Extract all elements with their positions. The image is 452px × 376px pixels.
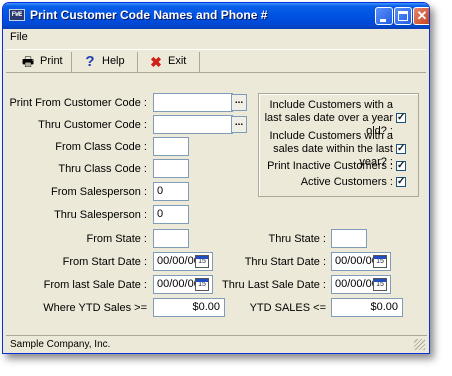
from-last-sale-date-calendar-icon[interactable]: 15 bbox=[195, 278, 209, 291]
menu-bar: File bbox=[3, 29, 429, 45]
active-customers-label: Active Customers : bbox=[300, 176, 393, 188]
help-button[interactable]: ? Help bbox=[72, 52, 138, 72]
question-mark-icon: ? bbox=[85, 53, 95, 70]
thru-class-code-label: Thru Class Code : bbox=[58, 163, 147, 175]
exit-button[interactable]: ✖ Exit bbox=[138, 52, 200, 72]
thru-start-date-calendar-icon[interactable]: 15 bbox=[373, 255, 387, 268]
thru-last-sale-date-calendar-icon[interactable]: 15 bbox=[373, 278, 387, 291]
thru-salesperson-label: Thru Salesperson : bbox=[54, 209, 147, 221]
active-customers-checkbox[interactable]: ✓ bbox=[396, 177, 406, 187]
maximize-icon bbox=[398, 11, 408, 21]
help-label: Help bbox=[102, 55, 125, 67]
ytd-sales-max-input[interactable]: $0.00 bbox=[331, 298, 403, 317]
title-bar[interactable]: FWE Print Customer Code Names and Phone … bbox=[3, 3, 429, 29]
thru-last-sale-date-label: Thru Last Sale Date : bbox=[222, 279, 326, 291]
thru-start-date-label: Thru Start Date : bbox=[244, 256, 326, 268]
where-ytd-sales-label: Where YTD Sales >= bbox=[43, 302, 147, 314]
from-customer-code-lookup-button[interactable]: ... bbox=[231, 94, 247, 111]
from-salesperson-input[interactable]: 0 bbox=[153, 182, 189, 201]
maximize-button[interactable] bbox=[394, 7, 412, 25]
from-state-input[interactable] bbox=[153, 229, 189, 248]
from-start-date-calendar-icon[interactable]: 15 bbox=[195, 255, 209, 268]
thru-state-input[interactable] bbox=[331, 229, 367, 248]
print-from-customer-code-label: Print From Customer Code : bbox=[9, 97, 147, 109]
from-salesperson-label: From Salesperson : bbox=[51, 186, 147, 198]
from-customer-code-input[interactable] bbox=[153, 93, 233, 112]
window-title: Print Customer Code Names and Phone # bbox=[30, 8, 268, 22]
status-company-name: Sample Company, Inc. bbox=[10, 339, 111, 350]
from-last-sale-date-label: From last Sale Date : bbox=[43, 279, 147, 291]
thru-class-code-input[interactable] bbox=[153, 159, 189, 178]
ytd-sales-max-label: YTD SALES <= bbox=[249, 302, 326, 314]
thru-customer-code-lookup-button[interactable]: ... bbox=[231, 116, 247, 133]
toolbar: 🖶 Print ? Help ✖ Exit bbox=[6, 49, 426, 73]
close-button[interactable]: ✕ bbox=[413, 7, 429, 25]
print-customer-code-window: FWE Print Customer Code Names and Phone … bbox=[2, 2, 430, 354]
minimize-button[interactable] bbox=[375, 7, 393, 25]
from-class-code-input[interactable] bbox=[153, 137, 189, 156]
minimize-icon bbox=[380, 19, 386, 22]
print-button[interactable]: 🖶 Print bbox=[10, 52, 72, 72]
exit-label: Exit bbox=[168, 55, 187, 67]
thru-salesperson-input[interactable]: 0 bbox=[153, 205, 189, 224]
within-last-year-checkbox[interactable]: ✓ bbox=[396, 144, 406, 154]
menu-file[interactable]: File bbox=[10, 31, 28, 43]
from-class-code-label: From Class Code : bbox=[55, 141, 147, 153]
over-year-old-checkbox[interactable]: ✓ bbox=[396, 113, 406, 123]
printer-icon: 🖶 bbox=[21, 54, 35, 69]
thru-state-label: Thru State : bbox=[268, 233, 326, 245]
status-bar: Sample Company, Inc. bbox=[6, 335, 427, 351]
x-mark-icon: ✖ bbox=[150, 54, 162, 70]
thru-customer-code-input[interactable] bbox=[153, 115, 233, 134]
resize-grip-icon[interactable] bbox=[414, 339, 425, 350]
print-inactive-checkbox[interactable]: ✓ bbox=[396, 161, 406, 171]
app-icon: FWE bbox=[9, 9, 25, 21]
close-icon: ✕ bbox=[416, 8, 428, 23]
include-options-group: Include Customers with a last sales date… bbox=[258, 93, 419, 197]
where-ytd-sales-input[interactable]: $0.00 bbox=[153, 298, 225, 317]
print-label: Print bbox=[40, 55, 63, 67]
thru-customer-code-label: Thru Customer Code : bbox=[38, 119, 147, 131]
from-start-date-label: From Start Date : bbox=[62, 256, 147, 268]
print-inactive-label: Print Inactive Customers : bbox=[267, 160, 393, 172]
from-state-label: From State : bbox=[86, 233, 147, 245]
